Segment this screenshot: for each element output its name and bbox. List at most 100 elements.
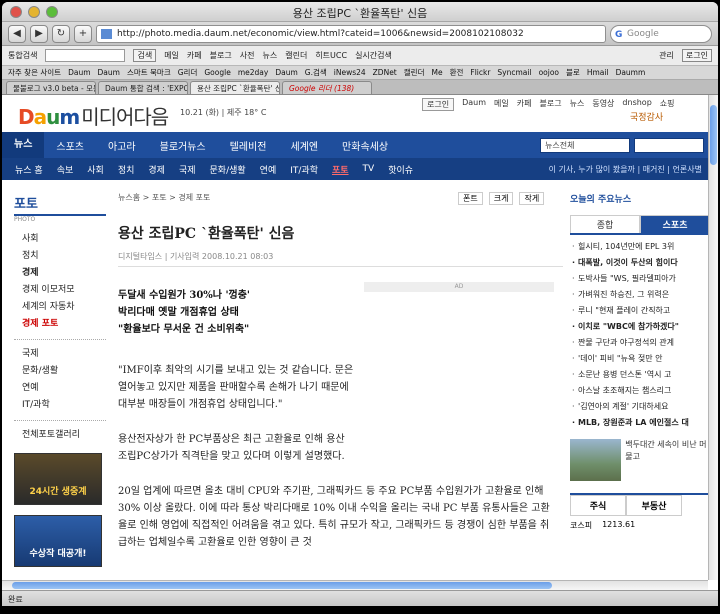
vertical-scroll-thumb[interactable] (710, 105, 717, 165)
top-link[interactable]: 동영상 (592, 98, 614, 111)
bookmark-item[interactable]: me2day (238, 68, 269, 77)
news-search-select[interactable]: 뉴스전체 (540, 137, 630, 153)
browser-tab-active[interactable]: 용산 조립PC `환율폭탄' 신음 (190, 81, 280, 94)
font-button[interactable]: 폰트 (458, 192, 483, 205)
subnav-item[interactable]: 뉴스 홈 (8, 163, 50, 176)
back-button[interactable]: ◀ (8, 24, 26, 43)
subnav-right-links[interactable]: 이 기사, 누가 많이 봤을까 | 매거진 | 언론사별 (549, 164, 708, 175)
login-button[interactable]: 로그인 (422, 98, 455, 111)
news-list-item[interactable]: 대폭발, 이것이 두산의 힘이다 (570, 255, 708, 271)
bookmark-item[interactable]: Daumm (616, 68, 646, 77)
left-nav-item[interactable]: 연예 (14, 380, 106, 397)
bookmark-item[interactable]: Hmail (587, 68, 609, 77)
tab-realestate[interactable]: 부동산 (626, 495, 682, 516)
nav-comics[interactable]: 만화속세상 (330, 138, 400, 153)
subnav-item[interactable]: 연예 (253, 163, 284, 176)
daum-realtime-link[interactable]: 실시간검색 (355, 50, 392, 61)
bookmark-item[interactable]: Google (204, 68, 230, 77)
top-link[interactable]: 카페 (517, 98, 532, 111)
horizontal-scroll-thumb[interactable] (12, 582, 552, 589)
nav-blogger-news[interactable]: 블로거뉴스 (148, 138, 218, 153)
live-broadcast-banner[interactable]: 24시간 생중계 (14, 453, 102, 505)
forward-button[interactable]: ▶ (30, 24, 48, 43)
photo-news[interactable]: 백두대간 세속이 비난 머물고 (570, 439, 708, 481)
left-nav-item[interactable]: 국제 (14, 346, 106, 363)
news-search-input[interactable] (634, 137, 704, 153)
subnav-item[interactable]: 사회 (80, 163, 111, 176)
font-smaller-button[interactable]: 작게 (519, 192, 545, 205)
left-nav-item[interactable]: 문화/생활 (14, 363, 106, 380)
left-nav-item[interactable]: 경제 이모저모 (14, 282, 106, 299)
bookmark-item[interactable]: G리더 (178, 67, 198, 78)
bookmark-item[interactable]: oojoo (539, 68, 559, 77)
daum-mail-link[interactable]: 메일 (164, 50, 179, 61)
bookmark-item[interactable]: 스마트 북마크 (127, 67, 171, 78)
news-list-item[interactable]: 아스날 초조해지는 챔스리그 (570, 383, 708, 399)
horizontal-scrollbar[interactable] (2, 580, 708, 590)
left-nav-item[interactable]: 세계의 자동차 (14, 299, 106, 316)
left-nav-item[interactable]: 사회 (14, 231, 106, 248)
reload-button[interactable]: ↻ (52, 24, 70, 43)
subnav-item[interactable]: 경제 (141, 163, 172, 176)
top-link[interactable]: Daum (462, 98, 486, 111)
daum-ucc-link[interactable]: 히트UCC (315, 50, 347, 61)
bookmark-item[interactable]: 블로 (566, 67, 580, 78)
browser-tab[interactable]: Google 리더 (138) (282, 81, 372, 94)
news-list-item[interactable]: 소문난 용병 던스톤 '역시 고 (570, 367, 708, 383)
bookmark-item[interactable]: iNews24 (334, 68, 366, 77)
news-list-item[interactable]: '김연아의 계절' 기대하세요 (570, 399, 708, 415)
bookmark-item[interactable]: ZDNet (373, 68, 397, 77)
news-list-item[interactable]: 이치로 "WBC에 참가하겠다" (570, 319, 708, 335)
browser-tab[interactable]: Daum 통합 검색 : 'EXPO COMM ... (98, 81, 188, 94)
tab-general[interactable]: 종합 (570, 215, 640, 233)
subnav-item[interactable]: 핫이슈 (381, 163, 420, 176)
news-list-item[interactable]: '데이' 피비 "뉴욕 젖만 안 (570, 351, 708, 367)
nav-sports[interactable]: 스포츠 (44, 138, 96, 153)
daum-news-link[interactable]: 뉴스 (262, 50, 277, 61)
photo-gallery-link[interactable]: 전체포토갤러리 (14, 427, 106, 444)
daum-manage-link[interactable]: 관리 (659, 50, 674, 61)
news-list-item[interactable]: 짠물 구단과 야구정석의 관계 (570, 335, 708, 351)
bookmark-item[interactable]: G.검색 (305, 67, 327, 78)
subnav-item[interactable]: 속보 (50, 163, 81, 176)
nav-tv[interactable]: 텔레비전 (218, 138, 279, 153)
bookmark-item[interactable]: 환전 (450, 67, 464, 78)
top-link[interactable]: 메일 (494, 98, 509, 111)
subnav-item[interactable]: TV (356, 164, 382, 174)
left-nav-item-active[interactable]: 경제 포토 (14, 316, 106, 333)
daum-login-button[interactable]: 로그인 (681, 49, 712, 62)
news-list-item[interactable]: 루니 "현재 플레이 간직하고 (570, 303, 708, 319)
font-larger-button[interactable]: 크게 (488, 192, 514, 205)
daum-dict-link[interactable]: 사전 (240, 50, 255, 61)
news-list-item[interactable]: 힐시티, 104년만에 EPL 3위 (570, 239, 708, 255)
bookmark-item[interactable]: 자주 찾은 사이트 (8, 67, 61, 78)
left-nav-item[interactable]: 정치 (14, 248, 106, 265)
news-list-item[interactable]: 도박사들 "WS, 필라델피아가 (570, 271, 708, 287)
subnav-item[interactable]: 국제 (172, 163, 203, 176)
photo-caption[interactable]: 백두대간 세속이 비난 머물고 (625, 439, 708, 481)
bookmark-item[interactable]: Me (431, 68, 442, 77)
nav-agora[interactable]: 아고라 (96, 138, 148, 153)
bookmark-item[interactable]: Flickr (470, 68, 490, 77)
daum-media-logo[interactable]: Daum 미디어다음 (18, 101, 169, 130)
subnav-item-photo[interactable]: 포토 (325, 163, 356, 176)
tab-sports[interactable]: 스포츠 (640, 215, 708, 233)
browser-tab[interactable]: 물불로그 v3.0 beta - 모든 블로... (6, 81, 96, 94)
daum-cafe-link[interactable]: 카페 (187, 50, 202, 61)
add-bookmark-button[interactable]: + (74, 24, 92, 43)
subnav-item[interactable]: 정치 (111, 163, 142, 176)
comics-contest-banner[interactable]: 수상작 대공개! (14, 515, 102, 567)
google-search-input[interactable]: G Google (610, 24, 712, 43)
news-list-item[interactable]: MLB, 장원준과 LA 에인절스 대 (570, 415, 708, 431)
top-link[interactable]: 블로그 (540, 98, 562, 111)
daum-search-input[interactable] (45, 49, 126, 62)
top-ad-link[interactable]: 국정감사 (630, 110, 663, 123)
bookmark-item[interactable]: 캘린더 (404, 67, 425, 78)
vertical-scrollbar[interactable] (708, 95, 718, 580)
address-bar[interactable]: http://photo.media.daum.net/economic/vie… (96, 24, 606, 43)
left-nav-item[interactable]: IT/과학 (14, 397, 106, 414)
inline-ad[interactable]: AD (364, 282, 554, 292)
subnav-item[interactable]: IT/과학 (283, 163, 325, 176)
tab-stock[interactable]: 주식 (570, 495, 626, 516)
nav-world[interactable]: 세계엔 (278, 138, 330, 153)
